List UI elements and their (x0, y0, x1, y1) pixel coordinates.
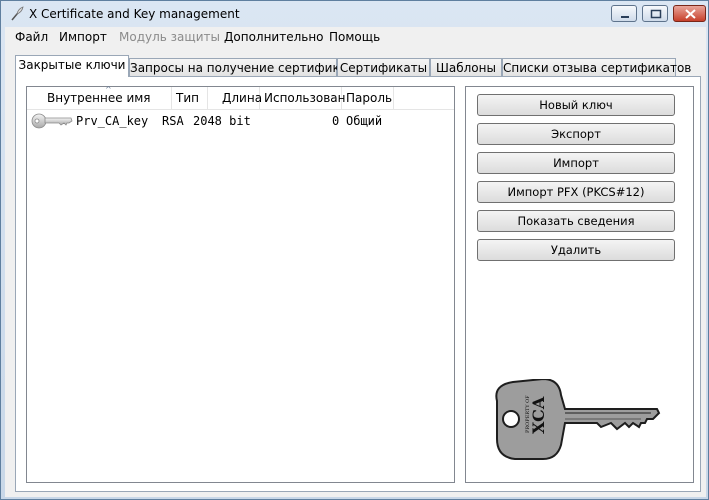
feather-pen-icon (9, 6, 25, 22)
key-icon (31, 111, 73, 134)
menu-help[interactable]: Помощь (329, 30, 380, 44)
title-bar[interactable]: X Certificate and Key management (1, 1, 708, 27)
application-window: X Certificate and Key management Файл Им… (0, 0, 709, 500)
keys-list[interactable]: ^ Внутреннее имя Тип Длина Использован П… (26, 86, 455, 483)
menu-security-module[interactable]: Модуль защиты (119, 30, 220, 44)
menu-file[interactable]: Файл (15, 30, 48, 44)
tab-certificates[interactable]: Сертификаты (337, 58, 430, 77)
maximize-icon (650, 9, 662, 19)
table-row[interactable]: Prv_CA_key RSA 2048 bit 0 Общий (27, 112, 454, 130)
new-key-button[interactable]: Новый ключ (477, 94, 675, 116)
column-header-type[interactable]: Тип (172, 87, 208, 109)
export-button[interactable]: Экспорт (477, 123, 675, 145)
menu-bar: Файл Импорт Модуль защиты Дополнительно … (5, 27, 706, 47)
import-pfx-button[interactable]: Импорт PFX (PKCS#12) (477, 181, 675, 203)
sort-ascending-icon: ^ (105, 85, 112, 94)
column-header-password[interactable]: Пароль (342, 87, 394, 109)
menu-extra[interactable]: Дополнительно (224, 30, 324, 44)
menu-import[interactable]: Импорт (59, 30, 107, 44)
delete-button[interactable]: Удалить (477, 239, 675, 261)
key-name: Prv_CA_key (76, 114, 149, 128)
key-password: Общий (346, 114, 383, 128)
tab-certificate-requests[interactable]: Запросы на получение сертификата (129, 58, 361, 77)
private-keys-pane: ^ Внутреннее имя Тип Длина Использован П… (15, 76, 701, 492)
key-used-count: 0 (332, 114, 340, 128)
column-header-used[interactable]: Использован (260, 87, 346, 109)
key-length: 2048 bit (193, 114, 251, 128)
column-label: Внутреннее имя (47, 91, 151, 105)
column-header-internal-name[interactable]: ^ Внутреннее имя (43, 85, 172, 109)
show-details-button[interactable]: Показать сведения (477, 210, 675, 232)
tab-revocation-lists[interactable]: Списки отзыва сертификатов (502, 58, 691, 77)
actions-panel: Новый ключ Экспорт Импорт Импорт PFX (PK… (465, 86, 694, 483)
tab-templates[interactable]: Шаблоны (430, 58, 502, 77)
main-area: Закрытые ключи Запросы на получение серт… (5, 47, 706, 497)
minimize-icon (621, 16, 629, 18)
window-title: X Certificate and Key management (29, 7, 240, 21)
keys-table-header: ^ Внутреннее имя Тип Длина Использован П… (27, 85, 454, 110)
key-type: RSA (162, 114, 184, 128)
svg-text:XCA: XCA (529, 396, 548, 434)
key-logo-icon: PROPERTY OF XCA (491, 377, 661, 466)
tab-private-keys[interactable]: Закрытые ключи (15, 55, 129, 77)
minimize-button[interactable] (611, 5, 637, 22)
close-button[interactable] (673, 5, 706, 22)
import-button[interactable]: Импорт (477, 152, 675, 174)
column-header-length[interactable]: Длина (208, 87, 262, 109)
maximize-button[interactable] (642, 5, 668, 22)
close-icon (685, 9, 696, 19)
